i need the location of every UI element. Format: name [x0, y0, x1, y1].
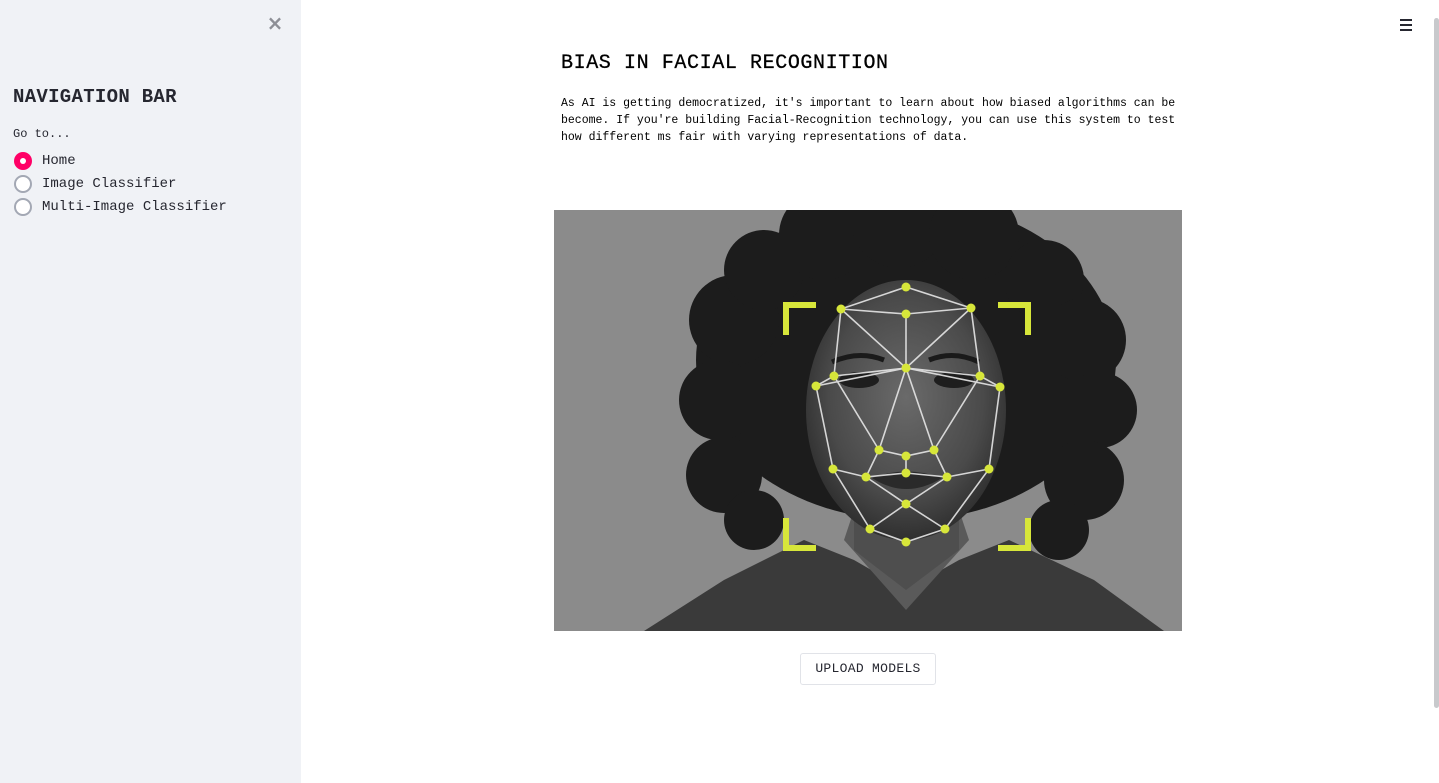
goto-label: Go to...	[13, 127, 71, 141]
radio-unselected-icon[interactable]	[14, 174, 32, 193]
radio-label-home: Home	[42, 152, 76, 169]
sidebar-title: NAVIGATION BAR	[13, 86, 177, 108]
upload-models-button[interactable]: UPLOAD MODELS	[800, 653, 936, 685]
navigation-radio-group: Home Image Classifier Multi-Image Classi…	[14, 149, 227, 218]
intro-text: As AI is getting democratized, it's impo…	[561, 97, 1176, 144]
face-mesh-illustration	[554, 210, 1182, 631]
radio-option-image-classifier[interactable]: Image Classifier	[14, 172, 227, 195]
hamburger-menu-icon[interactable]	[1396, 14, 1416, 34]
radio-unselected-icon[interactable]	[14, 197, 32, 216]
radio-option-home[interactable]: Home	[14, 149, 227, 172]
sidebar: × NAVIGATION BAR Go to... Home Image Cla…	[0, 0, 301, 783]
facial-recognition-image	[554, 210, 1182, 631]
radio-label-image-classifier: Image Classifier	[42, 175, 177, 192]
radio-label-multi-image-classifier: Multi-Image Classifier	[42, 198, 227, 215]
radio-selected-icon[interactable]	[14, 151, 32, 170]
page-title: BIAS IN FACIAL RECOGNITION	[561, 52, 889, 75]
radio-option-multi-image-classifier[interactable]: Multi-Image Classifier	[14, 195, 227, 218]
scrollbar[interactable]	[1434, 18, 1439, 708]
close-sidebar-icon[interactable]: ×	[265, 12, 285, 34]
